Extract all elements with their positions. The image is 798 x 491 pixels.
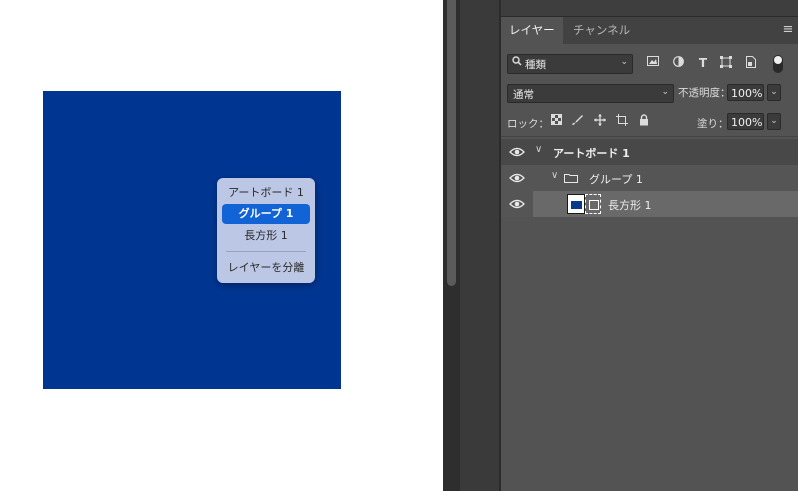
type-layer-filter-icon[interactable]: T [696, 56, 710, 70]
adjustment-layer-filter-icon[interactable] [671, 56, 685, 70]
opacity-dropdown-button[interactable]: ⌄ [767, 84, 781, 101]
thumbnail-fill [571, 201, 582, 209]
chevron-down-icon: ⌄ [661, 87, 669, 97]
fill-input[interactable]: 100% [727, 113, 764, 130]
folder-icon [564, 173, 578, 183]
opacity-label: 不透明度： [678, 87, 731, 99]
filter-label: 種類 [525, 59, 546, 71]
eye-icon[interactable] [509, 198, 525, 210]
lock-all-icon[interactable] [637, 114, 651, 128]
lock-position-icon[interactable] [593, 114, 607, 128]
shape-square [589, 200, 599, 210]
tab-channels[interactable]: チャンネル [565, 17, 638, 44]
pixel-layer-filter-icon[interactable] [646, 56, 660, 70]
lock-image-pixels-icon[interactable] [570, 114, 584, 128]
menu-item-rectangle[interactable]: 長方形 1 [222, 226, 310, 246]
layer-select-context-menu: アートボード 1 グループ 1 長方形 1 レイヤーを分離 [217, 178, 315, 283]
chevron-down-icon[interactable]: ∨ [535, 144, 542, 155]
layer-name: グループ 1 [589, 173, 643, 186]
fill-dropdown-button[interactable]: ⌄ [767, 113, 781, 130]
smart-object-filter-icon[interactable] [744, 56, 758, 70]
opacity-input[interactable]: 100% [727, 84, 764, 101]
chevron-down-icon[interactable]: ∨ [551, 170, 558, 181]
menu-item-isolate-layers[interactable]: レイヤーを分離 [222, 258, 310, 278]
lock-transparent-pixels-icon[interactable] [549, 114, 563, 128]
panel-header-strip [501, 0, 798, 17]
menu-separator [226, 251, 306, 252]
panel-menu-icon[interactable]: ≡ [782, 23, 794, 37]
layer-name: 長方形 1 [608, 199, 652, 212]
layer-name: アートボード 1 [553, 147, 630, 160]
layer-thumbnail [567, 194, 585, 214]
shape-layer-icon [585, 194, 601, 214]
fill-label: 塗り： [697, 118, 729, 130]
layer-row-artboard[interactable]: ∨ アートボード 1 [501, 139, 798, 165]
layer-row-group[interactable]: ∨ グループ 1 [501, 165, 798, 191]
menu-item-artboard[interactable]: アートボード 1 [222, 183, 310, 203]
blend-mode-select[interactable]: 通常 ⌄ [507, 84, 674, 103]
lock-label: ロック： [507, 118, 549, 130]
document-canvas[interactable]: アートボード 1 グループ 1 長方形 1 レイヤーを分離 [0, 0, 443, 491]
eye-icon[interactable] [509, 172, 525, 184]
toggle-knob [774, 56, 782, 64]
tab-layers[interactable]: レイヤー [501, 17, 563, 44]
search-icon [512, 56, 522, 69]
eye-icon[interactable] [509, 146, 525, 158]
lock-artboard-icon[interactable] [615, 114, 629, 128]
panel-tabbar: レイヤー チャンネル ≡ [501, 17, 798, 44]
layer-filter-select[interactable]: 種類 ⌄ [507, 54, 633, 74]
layer-row-rectangle[interactable]: 長方形 1 [501, 191, 798, 217]
blend-mode-value: 通常 [513, 89, 534, 101]
shape-layer-filter-icon[interactable] [719, 56, 733, 70]
scrollbar-thumb[interactable] [447, 0, 456, 286]
layers-panel: レイヤー チャンネル ≡ 種類 ⌄ T 通常 ⌄ 不透明度： 100% ⌄ ロッ… [501, 0, 798, 491]
menu-item-group[interactable]: グループ 1 [222, 204, 310, 224]
chevron-down-icon: ⌄ [620, 57, 628, 67]
filter-toggle[interactable] [773, 55, 783, 73]
layers-divider [501, 136, 798, 137]
